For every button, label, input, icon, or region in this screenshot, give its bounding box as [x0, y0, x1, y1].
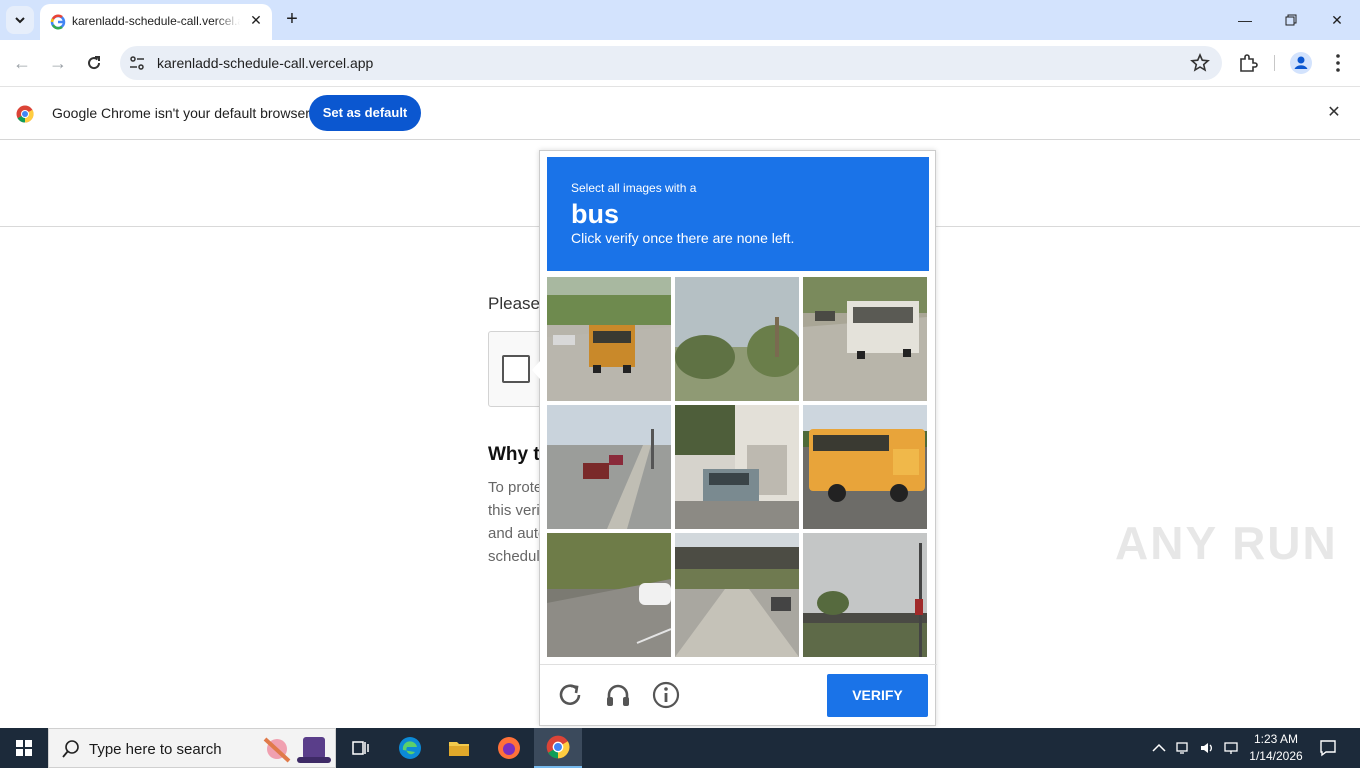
tile-image — [547, 405, 671, 529]
tile-image — [675, 405, 799, 529]
folder-icon — [449, 742, 469, 756]
captcha-tile[interactable] — [547, 277, 671, 401]
firefox-app-button[interactable] — [485, 728, 533, 768]
captcha-pointer-arrow — [532, 361, 540, 379]
why-text-line: this veri — [488, 502, 540, 519]
captcha-checkbox[interactable] — [502, 355, 530, 383]
task-view-icon — [352, 741, 369, 755]
restore-button[interactable] — [1276, 8, 1306, 32]
profile-avatar-icon[interactable] — [1289, 51, 1313, 75]
edge-icon — [399, 737, 421, 759]
tile-image — [547, 533, 671, 657]
page-heading-partial: Please — [488, 294, 540, 313]
system-clock[interactable]: 1:23 AM 1/14/2026 — [1244, 731, 1308, 765]
site-settings-icon[interactable] — [128, 54, 146, 72]
captcha-tile[interactable] — [547, 533, 671, 657]
captcha-footer-divider — [540, 664, 937, 665]
anyrun-watermark: ANY RUN — [1115, 517, 1338, 569]
minimize-button[interactable]: — — [1230, 8, 1260, 32]
search-placeholder: Type here to search — [89, 741, 222, 758]
tab-close-icon[interactable]: ✕ — [246, 10, 266, 30]
captcha-image-grid — [547, 277, 929, 659]
why-text-line: To prote — [488, 479, 543, 496]
toolbar-divider — [1274, 55, 1275, 71]
reload-icon — [88, 56, 101, 70]
clock-time: 1:23 AM — [1253, 732, 1299, 746]
reload-button[interactable] — [80, 49, 108, 77]
show-hidden-icons-icon[interactable] — [1150, 739, 1168, 757]
restore-icon — [1285, 14, 1297, 26]
chrome-icon — [546, 735, 570, 759]
captcha-tile[interactable] — [675, 277, 799, 401]
windows-taskbar: Type here to search 1:23 AM 1/14/2026 — [0, 728, 1360, 768]
why-heading: Why t — [488, 444, 540, 465]
captcha-select-text: Select all images with a — [571, 181, 697, 195]
close-window-button[interactable]: ✕ — [1322, 8, 1352, 32]
tab-strip: karenladd-schedule-call.vercel.app ✕ + —… — [0, 0, 1360, 40]
active-tab[interactable]: karenladd-schedule-call.vercel.app ✕ — [40, 4, 272, 40]
tile-image — [803, 533, 927, 657]
new-tab-button[interactable]: + — [280, 8, 304, 32]
chevron-down-icon — [15, 17, 25, 24]
tab-title: karenladd-schedule-call.vercel.app — [72, 14, 240, 28]
captcha-target-object: bus — [571, 199, 620, 229]
file-explorer-button[interactable] — [435, 728, 483, 768]
url-text: karenladd-schedule-call.vercel.app — [157, 55, 374, 71]
verify-button[interactable]: VERIFY — [827, 674, 928, 717]
captcha-tile[interactable] — [547, 405, 671, 529]
tile-image — [675, 277, 799, 401]
chrome-logo-icon — [16, 105, 34, 123]
google-favicon-icon — [50, 14, 66, 30]
captcha-challenge-dialog: Select all images with a bus Click verif… — [532, 150, 937, 726]
display-icon[interactable] — [1222, 739, 1240, 757]
address-bar[interactable]: karenladd-schedule-call.vercel.app — [120, 46, 1222, 80]
back-button[interactable]: ← — [8, 49, 36, 77]
edge-app-button[interactable] — [386, 728, 434, 768]
captcha-tile[interactable] — [675, 533, 799, 657]
default-browser-infobar: Google Chrome isn't your default browser… — [0, 86, 1360, 140]
forward-button[interactable]: → — [44, 49, 72, 77]
start-button[interactable] — [0, 728, 48, 768]
captcha-tile[interactable] — [803, 405, 927, 529]
tile-image — [547, 277, 671, 401]
notifications-icon[interactable] — [1318, 738, 1338, 758]
taskbar-search-box[interactable]: Type here to search — [48, 728, 336, 768]
tab-search-button[interactable] — [6, 6, 34, 34]
audio-challenge-icon[interactable] — [604, 681, 632, 709]
extensions-icon[interactable] — [1236, 51, 1260, 75]
windows-logo-icon — [16, 740, 32, 756]
why-text-line: schedul — [488, 548, 540, 565]
set-as-default-button[interactable]: Set as default — [309, 95, 421, 131]
captcha-instruction: Click verify once there are none left. — [571, 230, 795, 246]
more-menu-icon[interactable] — [1326, 51, 1350, 75]
network-icon[interactable] — [1174, 739, 1192, 757]
search-icon — [62, 740, 79, 758]
tile-image — [675, 533, 799, 657]
clock-date: 1/14/2026 — [1249, 749, 1303, 763]
browser-toolbar: ← → karenladd-schedule-call.vercel.app — [0, 40, 1360, 86]
search-highlight-icon — [263, 737, 331, 763]
why-text-line: and auto — [488, 525, 547, 542]
captcha-tile[interactable] — [675, 405, 799, 529]
tile-image — [803, 405, 927, 529]
captcha-tile[interactable] — [803, 533, 927, 657]
captcha-tile[interactable] — [803, 277, 927, 401]
tile-image — [803, 277, 927, 401]
firefox-icon — [498, 737, 520, 759]
infobar-message: Google Chrome isn't your default browser — [52, 105, 310, 121]
reload-challenge-icon[interactable] — [556, 681, 584, 709]
chrome-app-button[interactable] — [534, 728, 582, 768]
bookmark-star-icon[interactable] — [1190, 53, 1210, 73]
captcha-header: Select all images with a bus Click verif… — [547, 157, 929, 271]
volume-icon[interactable] — [1198, 739, 1216, 757]
infobar-close-icon[interactable]: ✕ — [1324, 103, 1344, 123]
info-icon[interactable] — [652, 681, 680, 709]
task-view-button[interactable] — [336, 728, 384, 768]
